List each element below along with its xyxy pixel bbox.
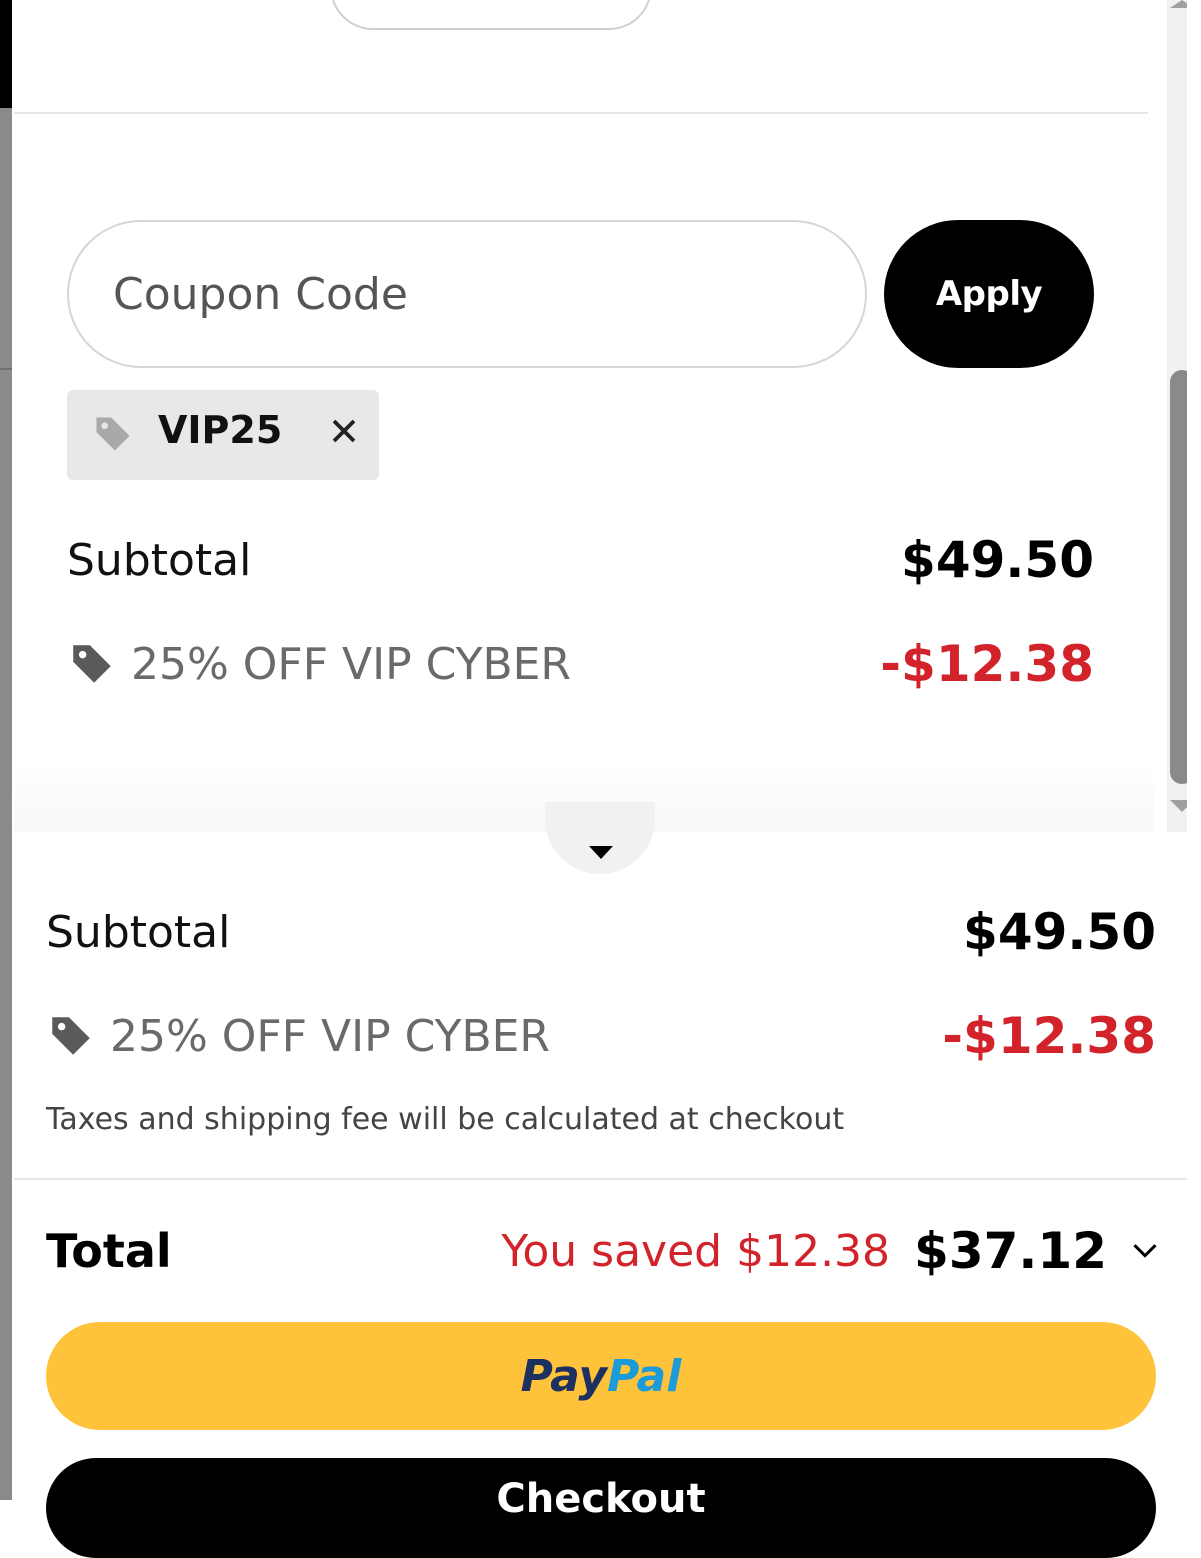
discount-row: 25% OFF VIP CYBER -$12.38 — [67, 626, 1094, 702]
footer-subtotal-label: Subtotal — [46, 906, 231, 958]
subtotal-value: $49.50 — [901, 531, 1094, 589]
subtotal-row: Subtotal $49.50 — [67, 522, 1094, 598]
tag-icon — [91, 412, 135, 460]
checkout-label: Checkout — [496, 1476, 706, 1522]
apply-coupon-button[interactable]: Apply — [884, 220, 1094, 368]
footer-divider — [14, 1178, 1201, 1180]
window-right-edge — [1187, 0, 1201, 1500]
paypal-button[interactable]: Pay Pal — [46, 1322, 1156, 1430]
quantity-control[interactable] — [330, 0, 652, 30]
checkout-button[interactable]: Checkout — [46, 1458, 1156, 1558]
remove-coupon-button[interactable] — [329, 410, 359, 456]
paypal-logo-pay: Pay — [520, 1350, 608, 1402]
discount-value: -$12.38 — [880, 635, 1094, 693]
window-edge-divider — [0, 368, 12, 370]
coupon-code-input[interactable] — [67, 220, 867, 368]
footer-discount-row: 25% OFF VIP CYBER -$12.38 — [46, 998, 1156, 1074]
close-icon — [332, 419, 356, 443]
footer-subtotal-row: Subtotal $49.50 — [46, 894, 1156, 970]
window-edge — [0, 0, 12, 1500]
total-label: Total — [46, 1224, 172, 1278]
applied-coupon-chip: VIP25 — [67, 390, 379, 480]
footer-subtotal-value: $49.50 — [963, 903, 1156, 961]
applied-coupon-code: VIP25 — [158, 408, 283, 452]
tax-note: Taxes and shipping fee will be calculate… — [46, 1102, 845, 1137]
tag-icon — [52, 1017, 90, 1055]
total-summary-toggle[interactable]: You saved $12.38 $37.12 — [501, 1222, 1159, 1280]
discount-scroll-area: Apply VIP25 Subtotal $49.50 — [14, 114, 1201, 832]
window-edge-dark — [0, 0, 12, 108]
total-value: $37.12 — [914, 1222, 1107, 1280]
paypal-logo-pal: Pal — [607, 1350, 682, 1402]
subtotal-label: Subtotal — [67, 534, 252, 586]
footer-discount-label-group: 25% OFF VIP CYBER — [46, 1011, 550, 1062]
footer-discount-value: -$12.38 — [942, 1007, 1156, 1065]
saved-amount: You saved $12.38 — [501, 1225, 891, 1277]
discount-label-group: 25% OFF VIP CYBER — [67, 639, 571, 690]
collapse-summary-toggle[interactable] — [545, 802, 655, 874]
tag-icon — [73, 645, 111, 683]
caret-down-icon — [589, 846, 613, 859]
discount-label: 25% OFF VIP CYBER — [131, 638, 571, 690]
footer-discount-label: 25% OFF VIP CYBER — [110, 1010, 550, 1062]
cart-panel: Apply VIP25 Subtotal $49.50 — [14, 0, 1201, 1558]
chevron-down-icon — [1131, 1234, 1159, 1269]
